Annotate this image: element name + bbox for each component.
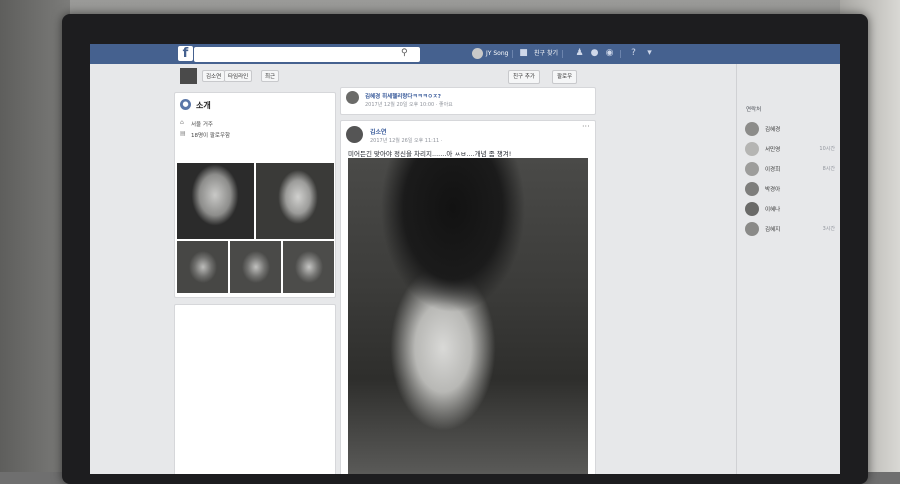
- divider: [512, 50, 513, 58]
- messenger-icon[interactable]: ●: [589, 48, 600, 59]
- home-icon[interactable]: ■: [518, 48, 529, 59]
- post-author-avatar[interactable]: [346, 126, 363, 143]
- divider: [562, 50, 563, 58]
- lives-in-text: 서울 거주: [191, 122, 213, 128]
- friends-icon[interactable]: ♟: [574, 48, 585, 59]
- home-icon: ⌂: [180, 119, 184, 126]
- intro-title: 소개: [196, 101, 211, 110]
- wall-left: [0, 0, 70, 472]
- contact-time: 3시간: [822, 226, 835, 232]
- contact-row[interactable]: 박경아: [745, 182, 835, 196]
- add-friend-button[interactable]: 친구 추가: [508, 70, 540, 84]
- contact-row[interactable]: 김혜지 3시간: [745, 222, 835, 236]
- find-friends-link[interactable]: 친구 찾기: [534, 48, 558, 60]
- search-input[interactable]: [194, 47, 420, 62]
- intro-globe-icon: ●: [180, 99, 191, 110]
- post-photo[interactable]: [348, 158, 588, 474]
- contact-name: 이혜나: [765, 207, 781, 213]
- contact-avatar: [745, 222, 759, 236]
- post-options-button[interactable]: ···: [582, 122, 590, 131]
- contacts-title: 연락처: [746, 107, 762, 113]
- browser-screen: f ⚲ JY Song ■ 친구 찾기 ♟ ● ◉ ? ▾ 김소연 타임라인 최…: [90, 44, 840, 474]
- facebook-logo[interactable]: f: [178, 46, 193, 61]
- post-author-name[interactable]: 김소연: [370, 127, 387, 136]
- photo-2[interactable]: [256, 163, 334, 239]
- contact-avatar: [745, 122, 759, 136]
- contact-name: 김혜경: [765, 127, 781, 133]
- contact-avatar: [745, 202, 759, 216]
- contact-row[interactable]: 이경희 8시간: [745, 162, 835, 176]
- contact-time: 10시간: [819, 146, 835, 152]
- search-icon[interactable]: ⚲: [401, 48, 411, 58]
- contact-row[interactable]: 김혜경: [745, 122, 835, 136]
- dropdown-icon[interactable]: ▾: [644, 48, 655, 59]
- sidebar-divider: [736, 64, 737, 474]
- calendar-icon: ▤: [180, 130, 186, 137]
- photo-1[interactable]: [177, 163, 254, 239]
- photo-3[interactable]: [177, 241, 228, 293]
- post-meta: 2017년 12월 26일 오후 11:11 ·: [370, 138, 443, 144]
- contact-avatar: [745, 182, 759, 196]
- contact-name: 서민영: [765, 147, 781, 153]
- top-navigation-bar: f ⚲ JY Song ■ 친구 찾기 ♟ ● ◉ ? ▾: [90, 44, 840, 64]
- contact-time: 8시간: [822, 166, 835, 172]
- contact-name: 이경희: [765, 167, 781, 173]
- follow-button[interactable]: 팔로우: [552, 70, 578, 84]
- timeline-dropdown[interactable]: 타임라인: [224, 70, 253, 82]
- left-card-2: [174, 304, 336, 474]
- globe-icon[interactable]: ◉: [604, 48, 615, 59]
- profile-name-button[interactable]: 김소연: [202, 70, 226, 82]
- user-name-link[interactable]: JY Song: [486, 48, 508, 60]
- post-text: 미어든긴 맞아야 정신을 차리지.......아 ㅆㅂ....개념 좀 챙겨!: [348, 150, 512, 158]
- shared-author-line[interactable]: 김혜경 히세헬리랑다ㅋㅋㅋㅇㅈ?: [365, 92, 441, 100]
- contact-row[interactable]: 서민영 10시간: [745, 142, 835, 156]
- shared-author-avatar[interactable]: [346, 91, 359, 104]
- photo-4[interactable]: [230, 241, 281, 293]
- contact-row[interactable]: 이혜나: [745, 202, 835, 216]
- divider: [620, 50, 621, 58]
- followers-text: 18명이 팔로우함: [191, 133, 231, 139]
- help-icon[interactable]: ?: [628, 48, 639, 59]
- photo-5[interactable]: [283, 241, 334, 293]
- user-avatar[interactable]: [472, 48, 483, 59]
- profile-thumbnail[interactable]: [180, 68, 197, 84]
- contact-name: 김혜지: [765, 227, 781, 233]
- contact-avatar: [745, 162, 759, 176]
- contact-name: 박경아: [765, 187, 781, 193]
- contact-avatar: [745, 142, 759, 156]
- shared-post-meta: 2017년 12월 20일 오후 10:00 · 좋아요: [365, 102, 453, 108]
- recent-dropdown[interactable]: 최근: [261, 70, 280, 82]
